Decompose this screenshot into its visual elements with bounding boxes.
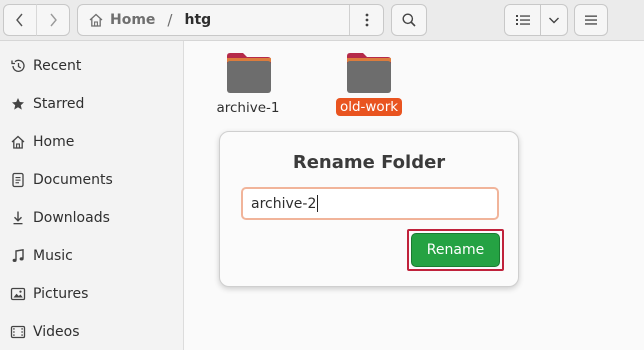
sidebar-item-label: Pictures xyxy=(33,286,89,302)
sidebar-item-documents[interactable]: Documents xyxy=(0,161,183,199)
hamburger-menu-icon xyxy=(585,15,597,25)
path-bar: Home / htg xyxy=(77,4,384,36)
main-menu-button[interactable] xyxy=(574,4,608,36)
folder-icon xyxy=(227,53,271,93)
pictures-icon xyxy=(9,285,27,303)
music-icon xyxy=(9,247,27,265)
sidebar-item-pictures[interactable]: Pictures xyxy=(0,275,183,313)
home-icon xyxy=(89,13,103,27)
sidebar-item-label: Videos xyxy=(33,324,80,340)
sidebar-item-label: Downloads xyxy=(33,210,110,226)
path-home-label: Home xyxy=(110,12,156,28)
list-view-button[interactable] xyxy=(504,4,541,36)
sidebar-item-label: Starred xyxy=(33,96,85,112)
sidebar-item-music[interactable]: Music xyxy=(0,237,183,275)
sidebar-item-label: Music xyxy=(33,248,73,264)
rename-folder-popover: Rename Folder archive-2 Rename xyxy=(219,131,519,287)
document-icon xyxy=(9,171,27,189)
folder-item-selected[interactable]: old-work xyxy=(324,50,414,130)
path-home-button[interactable]: Home xyxy=(78,5,163,35)
sidebar-item-label: Home xyxy=(33,134,75,150)
folder-name-input-value: archive-2 xyxy=(251,195,317,212)
path-menu-button[interactable] xyxy=(349,5,383,35)
search-button[interactable] xyxy=(391,4,427,36)
header-bar: Home / htg xyxy=(0,0,644,41)
selected-folder-label: old-work xyxy=(335,98,403,116)
home-icon xyxy=(9,133,27,151)
vertical-dots-icon xyxy=(365,13,368,27)
forward-button[interactable] xyxy=(36,4,70,36)
sidebar-item-label: Recent xyxy=(33,58,82,74)
sidebar-item-home[interactable]: Home xyxy=(0,123,183,161)
folder-icon xyxy=(347,53,391,93)
sidebar: Recent Starred Home Documents Downloads … xyxy=(0,41,184,350)
folder-name: archive-1 xyxy=(216,100,280,116)
sidebar-item-videos[interactable]: Videos xyxy=(0,313,183,350)
clock-icon xyxy=(9,57,27,75)
folder-item[interactable]: archive-1 xyxy=(203,50,293,130)
back-button[interactable] xyxy=(3,4,37,36)
chevron-left-icon xyxy=(16,13,23,27)
chevron-down-icon xyxy=(549,17,559,24)
download-icon xyxy=(9,209,27,227)
search-icon xyxy=(402,13,416,27)
path-separator: / xyxy=(167,11,173,29)
video-icon xyxy=(9,323,27,341)
sidebar-item-downloads[interactable]: Downloads xyxy=(0,199,183,237)
chevron-right-icon xyxy=(50,13,57,27)
list-view-icon xyxy=(515,15,530,25)
text-caret xyxy=(317,195,319,212)
sidebar-item-label: Documents xyxy=(33,172,113,188)
popover-title: Rename Folder xyxy=(292,152,446,173)
view-options-button[interactable] xyxy=(540,4,568,36)
rename-button[interactable]: Rename xyxy=(411,233,500,267)
folder-name-input[interactable]: archive-2 xyxy=(241,187,499,220)
star-icon xyxy=(9,95,27,113)
sidebar-item-recent[interactable]: Recent xyxy=(0,47,183,85)
path-current-folder[interactable]: htg xyxy=(176,12,349,28)
sidebar-item-starred[interactable]: Starred xyxy=(0,85,183,123)
folder-name: old-work xyxy=(324,98,414,116)
